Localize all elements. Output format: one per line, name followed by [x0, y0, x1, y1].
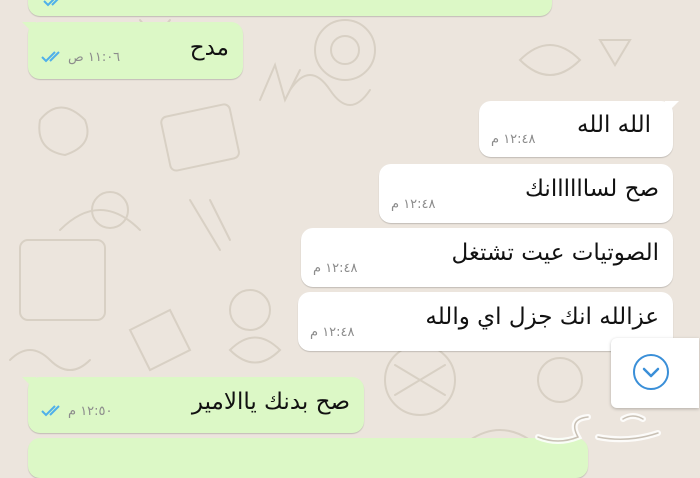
message-text: الصوتيات عيت تشتغل: [451, 240, 659, 266]
message-text: مدح: [189, 35, 229, 61]
read-receipt-icon: [41, 51, 60, 63]
message-bubble-incoming[interactable]: صح لساااااانك ١٢:٤٨ م: [379, 164, 673, 223]
message-bubble-outgoing[interactable]: مدح ١١:٠٦ ص: [22, 22, 243, 79]
message-bubble-incoming[interactable]: الصوتيات عيت تشتغل ١٢:٤٨ م: [301, 228, 673, 287]
message-bubble-incoming[interactable]: الله الله ١٢:٤٨ م: [479, 101, 679, 157]
message-bubble-outgoing[interactable]: صح بدنك ياالامير ١٢:٥٠ م: [22, 377, 364, 433]
read-receipt-icon: [43, 0, 59, 7]
message-text: صح بدنك ياالامير: [191, 389, 350, 415]
message-bubble-outgoing[interactable]: [28, 438, 588, 478]
message-bubble-outgoing[interactable]: [28, 0, 552, 16]
read-receipt-icon: [41, 405, 60, 417]
message-time: ١١:٠٦ ص: [68, 50, 121, 65]
message-time: ١٢:٤٨ م: [313, 261, 358, 276]
chevron-down-icon: [633, 354, 669, 390]
message-time: ١٢:٤٨ م: [310, 325, 355, 340]
message-time: ١٢:٥٠ م: [68, 404, 113, 419]
message-time: ١٢:٤٨ م: [391, 197, 436, 212]
message-text: صح لساااااانك: [525, 176, 659, 202]
message-time: ١٢:٤٨ م: [491, 132, 536, 147]
haraj-logo: [528, 407, 678, 451]
message-text: عزالله انك جزل اي والله: [425, 304, 659, 330]
scroll-to-bottom-button[interactable]: [611, 338, 699, 408]
message-text: الله الله: [577, 112, 651, 138]
